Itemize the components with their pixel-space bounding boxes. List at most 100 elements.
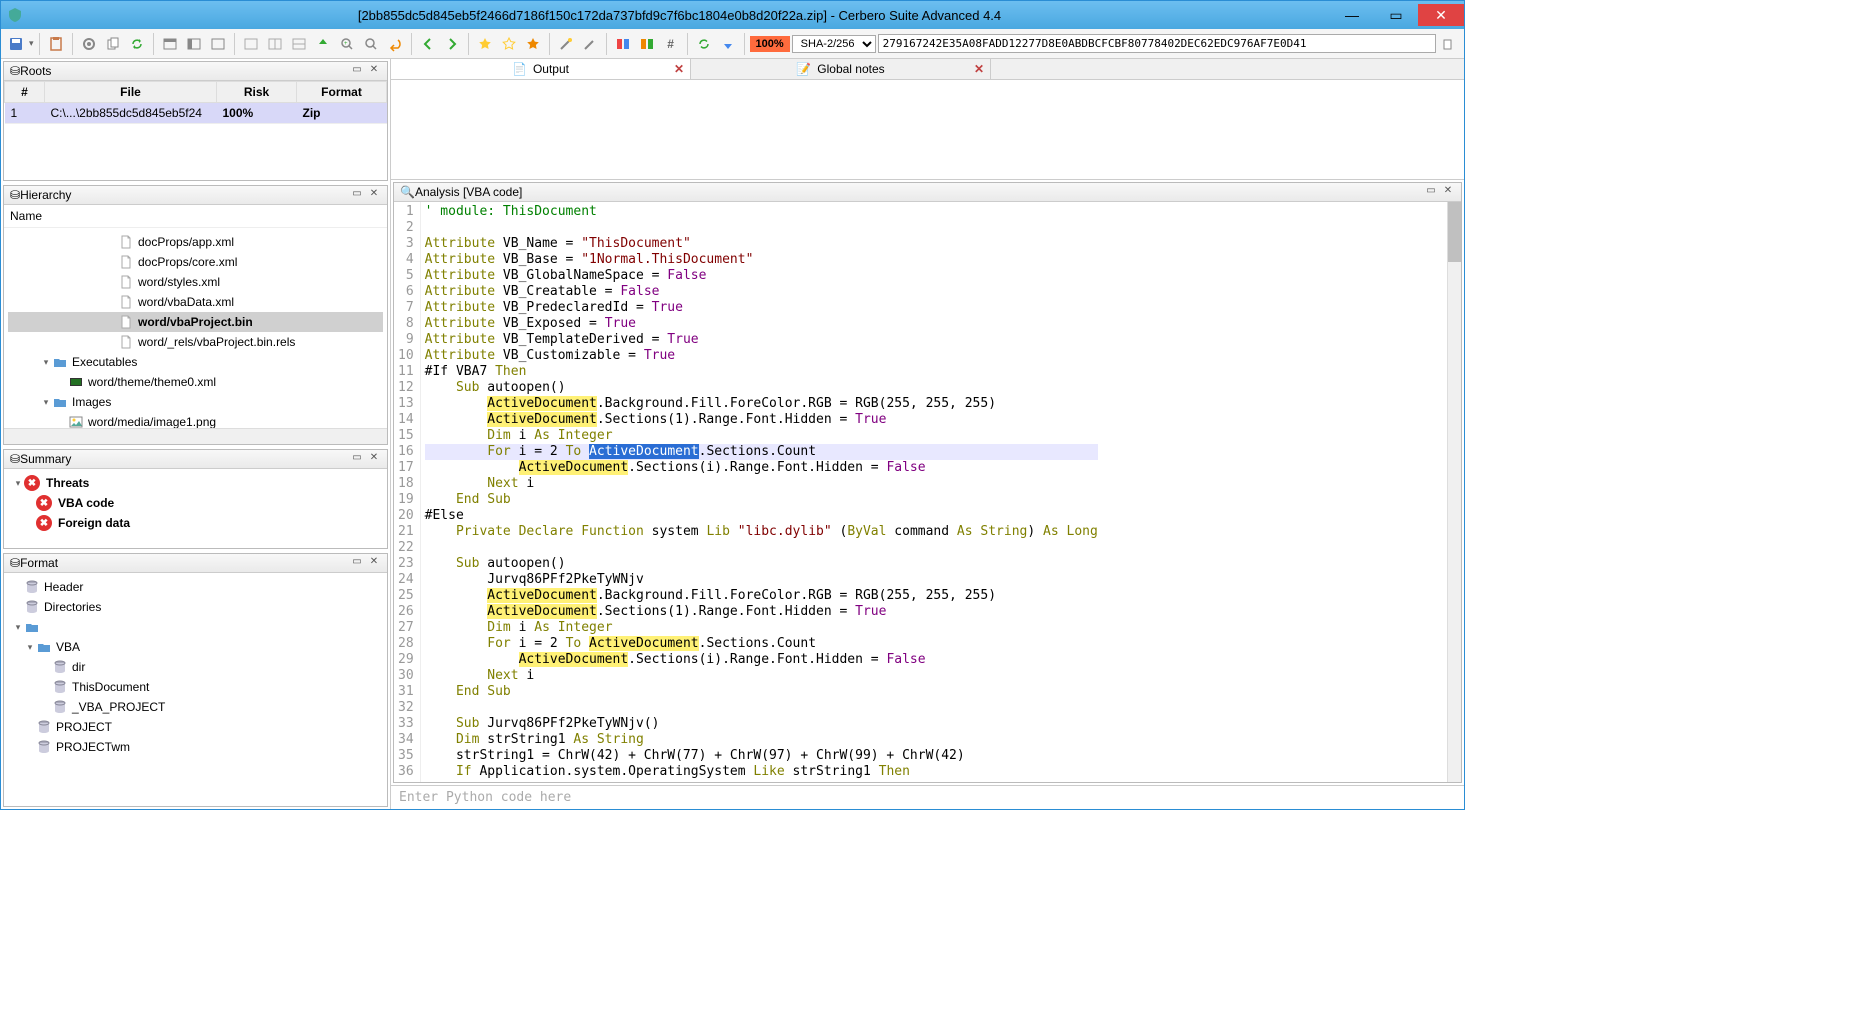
color1-button[interactable] (612, 33, 634, 55)
format-item[interactable]: PROJECT (8, 717, 383, 737)
hierarchy-tree[interactable]: docProps/app.xmldocProps/core.xmlword/st… (4, 228, 387, 428)
summary-tree[interactable]: ▾✖Threats✖VBA code✖Foreign data (4, 469, 387, 548)
tab-close-icon[interactable]: ✕ (674, 62, 684, 76)
format-item[interactable]: ▾ (8, 617, 383, 637)
clipboard-button[interactable] (45, 33, 67, 55)
window2-button[interactable] (183, 33, 205, 55)
wand1-button[interactable] (555, 33, 577, 55)
panel1-button[interactable] (240, 33, 262, 55)
summary-icon: ⛁ (10, 452, 20, 466)
refresh2-button[interactable] (693, 33, 715, 55)
panel-undock-button[interactable]: ▭ (350, 556, 364, 570)
zoom-in-button[interactable]: + (336, 33, 358, 55)
tree-item[interactable]: ▾Executables (8, 352, 383, 372)
maximize-button[interactable]: ▭ (1374, 4, 1418, 26)
threat-item[interactable]: ✖Foreign data (8, 513, 383, 533)
tab-close-icon[interactable]: ✕ (974, 62, 984, 76)
threat-item[interactable]: ✖VBA code (8, 493, 383, 513)
hierarchy-name-col[interactable]: Name (4, 205, 387, 228)
tree-item[interactable]: word/media/image1.png (8, 412, 383, 428)
code-scrollbar-v[interactable] (1447, 202, 1461, 782)
tree-item[interactable]: docProps/core.xml (8, 252, 383, 272)
col-risk[interactable]: Risk (217, 82, 297, 103)
threat-icon: ✖ (36, 515, 52, 531)
back-button[interactable] (417, 33, 439, 55)
format-item[interactable]: PROJECTwm (8, 737, 383, 757)
panel2-button[interactable] (264, 33, 286, 55)
tree-item[interactable]: word/vbaProject.bin (8, 312, 383, 332)
col-file[interactable]: File (45, 82, 217, 103)
format-item[interactable]: Directories (8, 597, 383, 617)
col-num[interactable]: # (5, 82, 45, 103)
window-title: [2bb855dc5d845eb5f2466d7186f150c172da737… (29, 8, 1330, 23)
down-button[interactable] (717, 33, 739, 55)
gear-button[interactable] (78, 33, 100, 55)
format-item[interactable]: dir (8, 657, 383, 677)
window1-button[interactable] (159, 33, 181, 55)
python-input[interactable]: Enter Python code here (391, 785, 1464, 809)
table-row[interactable]: 1C:\...\2bb855dc5d845eb5f24100%Zip (5, 103, 387, 124)
panel3-button[interactable] (288, 33, 310, 55)
col-format[interactable]: Format (297, 82, 387, 103)
db-icon (52, 699, 68, 715)
format-icon: ⛁ (10, 556, 20, 570)
output-area[interactable] (391, 80, 1464, 180)
panel-undock-button[interactable]: ▭ (350, 452, 364, 466)
format-tree[interactable]: HeaderDirectories▾▾VBAdirThisDocument_VB… (4, 573, 387, 806)
format-item[interactable]: ▾VBA (8, 637, 383, 657)
summary-panel: ⛁ Summary ▭ ✕ ▾✖Threats✖VBA code✖Foreign… (3, 449, 388, 549)
panel-undock-button[interactable]: ▭ (350, 64, 364, 78)
refresh-button[interactable] (126, 33, 148, 55)
tree-item[interactable]: word/_rels/vbaProject.bin.rels (8, 332, 383, 352)
panel-close-button[interactable]: ✕ (367, 64, 381, 78)
hierarchy-scrollbar[interactable] (4, 428, 387, 444)
tab-output[interactable]: 📄 Output ✕ (391, 59, 691, 79)
up-button[interactable] (312, 33, 334, 55)
star3-button[interactable] (522, 33, 544, 55)
copy-file-button[interactable] (102, 33, 124, 55)
panel-close-button[interactable]: ✕ (1441, 185, 1455, 199)
window3-button[interactable] (207, 33, 229, 55)
threat-item[interactable]: ▾✖Threats (8, 473, 383, 493)
wand2-button[interactable] (579, 33, 601, 55)
roots-table[interactable]: # File Risk Format 1C:\...\2bb855dc5d845… (4, 81, 387, 124)
tree-item[interactable]: word/vbaData.xml (8, 292, 383, 312)
format-item[interactable]: Header (8, 577, 383, 597)
tree-item[interactable]: ▾Images (8, 392, 383, 412)
close-button[interactable]: ✕ (1418, 4, 1464, 26)
tab-global-notes[interactable]: 📝 Global notes ✕ (691, 59, 991, 79)
analysis-title: Analysis [VBA code] (415, 185, 1421, 199)
database-icon: ⛁ (10, 64, 20, 78)
format-item[interactable]: ThisDocument (8, 677, 383, 697)
summary-title: Summary (20, 452, 347, 466)
threat-icon: ✖ (36, 495, 52, 511)
save-dropdown-button[interactable] (5, 33, 27, 55)
titlebar[interactable]: [2bb855dc5d845eb5f2466d7186f150c172da737… (1, 1, 1464, 29)
minimize-button[interactable]: — (1330, 4, 1374, 26)
panel-close-button[interactable]: ✕ (367, 556, 381, 570)
panel-undock-button[interactable]: ▭ (350, 188, 364, 202)
copy-hash-button[interactable] (1438, 33, 1460, 55)
db-icon (36, 719, 52, 735)
panel-close-button[interactable]: ✕ (367, 452, 381, 466)
color2-button[interactable] (636, 33, 658, 55)
tree-item[interactable]: word/theme/theme0.xml (8, 372, 383, 392)
tree-item[interactable]: word/styles.xml (8, 272, 383, 292)
zoom-out-button[interactable] (360, 33, 382, 55)
tree-item[interactable]: docProps/app.xml (8, 232, 383, 252)
star1-button[interactable] (474, 33, 496, 55)
star2-button[interactable] (498, 33, 520, 55)
main-toolbar: ▾ + # 100% SHA (1, 29, 1464, 59)
code-editor[interactable]: 1234567891011121314151617181920212223242… (394, 202, 1461, 782)
forward-button[interactable] (441, 33, 463, 55)
hash-algo-select[interactable]: SHA-2/256 (792, 35, 876, 53)
undo-button[interactable] (384, 33, 406, 55)
hash-button[interactable]: # (660, 33, 682, 55)
panel-close-button[interactable]: ✕ (367, 188, 381, 202)
output-icon: 📄 (512, 62, 527, 76)
threat-icon: ✖ (24, 475, 40, 491)
zoom-badge[interactable]: 100% (750, 36, 790, 52)
hash-value-input[interactable] (878, 34, 1436, 53)
format-item[interactable]: _VBA_PROJECT (8, 697, 383, 717)
panel-undock-button[interactable]: ▭ (1424, 185, 1438, 199)
